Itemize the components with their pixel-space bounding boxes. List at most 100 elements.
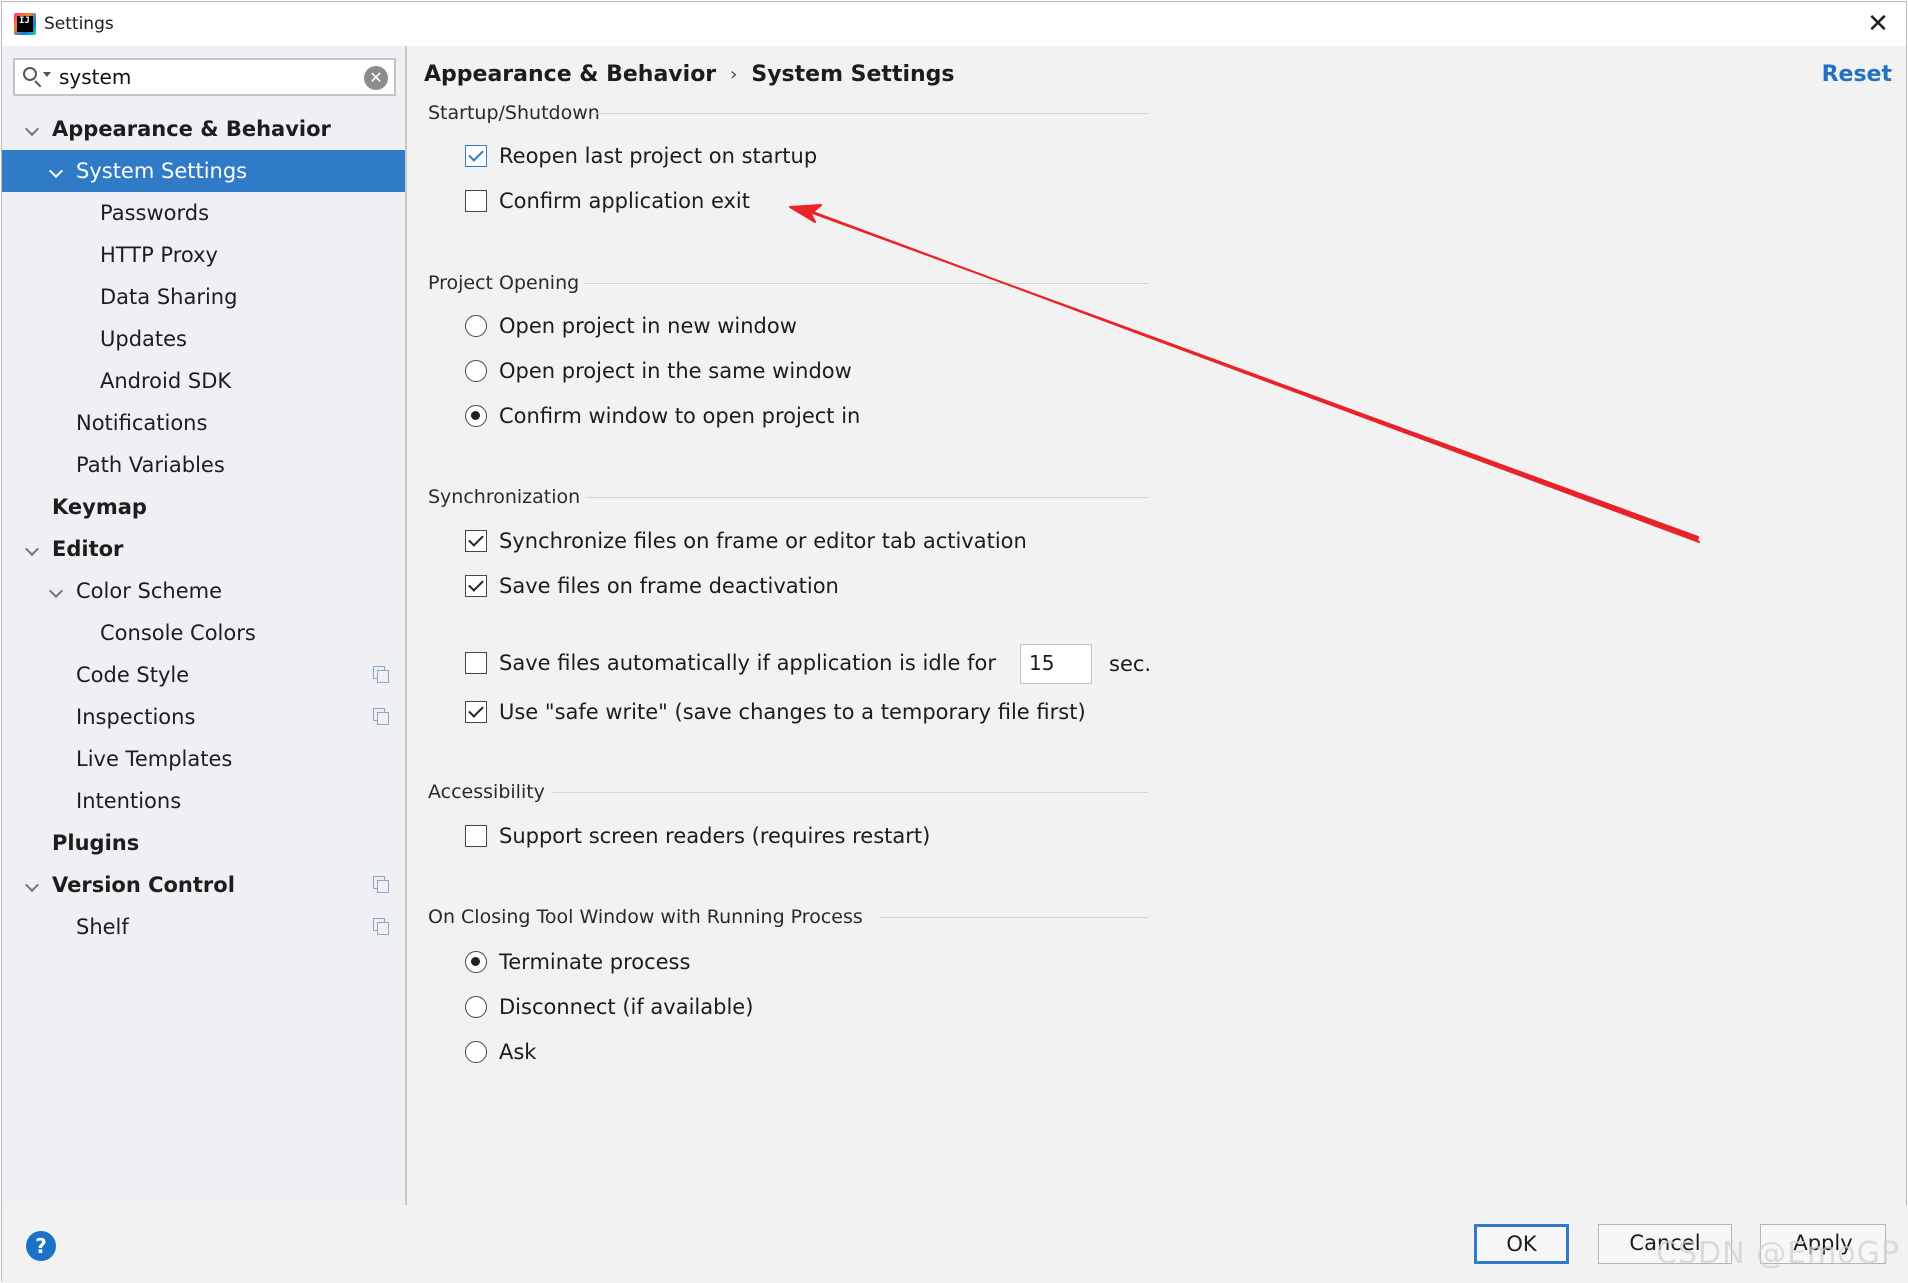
project-scope-icon	[373, 708, 389, 725]
group-divider	[584, 283, 1148, 284]
sidebar-item-label: Color Scheme	[76, 579, 222, 603]
sidebar-item-label: Inspections	[76, 705, 196, 729]
chevron-down-icon[interactable]	[48, 583, 64, 599]
sidebar-item-label: Updates	[100, 327, 187, 351]
open-same-window-option[interactable]: Open project in the same window	[465, 359, 852, 383]
app-icon-text: IJ	[19, 16, 30, 26]
settings-tree: Appearance & Behavior System Settings Pass…	[2, 108, 405, 948]
sidebar-item-code-style[interactable]: Code Style	[2, 654, 405, 696]
disconnect-option[interactable]: Disconnect (if available)	[465, 995, 753, 1019]
confirm-exit-checkbox[interactable]	[465, 190, 487, 212]
group-title-synchronization: Synchronization	[428, 486, 581, 508]
sidebar-item-label: Shelf	[76, 915, 129, 939]
reset-link[interactable]: Reset	[1822, 62, 1892, 87]
sidebar-item-label: HTTP Proxy	[100, 243, 218, 267]
save-on-deactivation-checkbox[interactable]	[465, 575, 487, 597]
terminate-process-option[interactable]: Terminate process	[465, 950, 690, 974]
sidebar-item-inspections[interactable]: Inspections	[2, 696, 405, 738]
sidebar-item-label: Keymap	[52, 495, 147, 519]
clear-search-icon[interactable]: ✕	[364, 66, 388, 90]
group-title-project-opening: Project Opening	[428, 272, 580, 294]
group-title-startup: Startup/Shutdown	[428, 102, 600, 124]
ask-radio[interactable]	[465, 1041, 487, 1063]
sidebar-item-label: Plugins	[52, 831, 140, 855]
sync-files-option[interactable]: Synchronize files on frame or editor tab…	[465, 529, 1027, 553]
sidebar-item-system-settings[interactable]: System Settings	[2, 150, 405, 192]
safe-write-checkbox[interactable]	[465, 701, 487, 723]
option-label: Synchronize files on frame or editor tab…	[499, 529, 1027, 553]
save-idle-option[interactable]: Save files automatically if application …	[465, 651, 996, 675]
breadcrumb: Appearance & Behavior › System Settings	[424, 62, 955, 87]
sidebar-item-label: System Settings	[76, 159, 248, 183]
reopen-last-project-checkbox[interactable]	[465, 145, 487, 167]
option-label: Confirm window to open project in	[499, 404, 861, 428]
sidebar-item-path-variables[interactable]: Path Variables	[2, 444, 405, 486]
sidebar-item-notifications[interactable]: Notifications	[2, 402, 405, 444]
save-on-deactivation-option[interactable]: Save files on frame deactivation	[465, 574, 839, 598]
screen-readers-option[interactable]: Support screen readers (requires restart…	[465, 824, 930, 848]
settings-search-box[interactable]: ✕	[13, 58, 396, 96]
sidebar-item-label: Path Variables	[76, 453, 225, 477]
confirm-exit-option[interactable]: Confirm application exit	[465, 189, 750, 213]
option-label: Use "safe write" (save changes to a temp…	[499, 700, 1086, 724]
terminate-process-radio[interactable]	[465, 951, 487, 973]
ask-option[interactable]: Ask	[465, 1040, 536, 1064]
sidebar-item-label: Passwords	[100, 201, 210, 225]
sidebar-item-shelf[interactable]: Shelf	[2, 906, 405, 948]
option-label: Reopen last project on startup	[499, 144, 818, 168]
save-idle-checkbox[interactable]	[465, 652, 487, 674]
sidebar-item-editor[interactable]: Editor	[2, 528, 405, 570]
sidebar-item-color-scheme[interactable]: Color Scheme	[2, 570, 405, 612]
watermark: CSDN @EmoGP	[1656, 1236, 1900, 1271]
reopen-last-project-option[interactable]: Reopen last project on startup	[465, 144, 817, 168]
disconnect-radio[interactable]	[465, 996, 487, 1018]
open-new-window-option[interactable]: Open project in new window	[465, 314, 797, 338]
search-input[interactable]	[59, 65, 359, 89]
chevron-down-icon[interactable]	[24, 541, 40, 557]
sidebar-item-appearance-behavior[interactable]: Appearance & Behavior	[2, 108, 405, 150]
sidebar-item-http-proxy[interactable]: HTTP Proxy	[2, 234, 405, 276]
ok-button[interactable]: OK	[1474, 1224, 1569, 1264]
sidebar-item-label: Notifications	[76, 411, 208, 435]
sidebar-item-label: Intentions	[76, 789, 182, 813]
option-label: Save files automatically if application …	[499, 651, 996, 675]
sidebar-item-keymap[interactable]: Keymap	[2, 486, 405, 528]
sidebar-item-label: Code Style	[76, 663, 190, 687]
option-label: Ask	[499, 1040, 537, 1064]
sidebar-item-label: Live Templates	[76, 747, 233, 771]
sidebar-item-console-colors[interactable]: Console Colors	[2, 612, 405, 654]
chevron-down-icon[interactable]	[24, 877, 40, 893]
option-label: Open project in new window	[499, 314, 797, 338]
sidebar-item-updates[interactable]: Updates	[2, 318, 405, 360]
confirm-window-option[interactable]: Confirm window to open project in	[465, 404, 860, 428]
sidebar-item-version-control[interactable]: Version Control	[2, 864, 405, 906]
sidebar-item-passwords[interactable]: Passwords	[2, 192, 405, 234]
sidebar-item-label: Version Control	[52, 873, 235, 897]
sidebar-item-data-sharing[interactable]: Data Sharing	[2, 276, 405, 318]
group-title-closing: On Closing Tool Window with Running Proc…	[428, 906, 863, 928]
option-label: Support screen readers (requires restart…	[499, 824, 931, 848]
sync-files-checkbox[interactable]	[465, 530, 487, 552]
safe-write-option[interactable]: Use "safe write" (save changes to a temp…	[465, 700, 1086, 724]
open-same-window-radio[interactable]	[465, 360, 487, 382]
sidebar-item-live-templates[interactable]: Live Templates	[2, 738, 405, 780]
open-new-window-radio[interactable]	[465, 315, 487, 337]
project-scope-icon	[373, 876, 389, 893]
group-title-accessibility: Accessibility	[428, 781, 545, 803]
sidebar-item-android-sdk[interactable]: Android SDK	[2, 360, 405, 402]
breadcrumb-parent[interactable]: Appearance & Behavior	[424, 62, 716, 87]
option-label: Open project in the same window	[499, 359, 852, 383]
sidebar-item-label: Appearance & Behavior	[52, 117, 331, 141]
help-icon[interactable]: ?	[26, 1231, 56, 1261]
project-scope-icon	[373, 918, 389, 935]
sidebar-item-intentions[interactable]: Intentions	[2, 780, 405, 822]
sidebar-item-plugins[interactable]: Plugins	[2, 822, 405, 864]
close-icon[interactable]: ✕	[1864, 10, 1892, 38]
confirm-window-radio[interactable]	[465, 405, 487, 427]
chevron-down-icon[interactable]	[48, 163, 64, 179]
group-divider	[587, 497, 1148, 498]
chevron-down-icon[interactable]	[24, 121, 40, 137]
idle-seconds-input[interactable]: 15	[1020, 644, 1092, 684]
search-icon[interactable]	[19, 62, 53, 92]
screen-readers-checkbox[interactable]	[465, 825, 487, 847]
